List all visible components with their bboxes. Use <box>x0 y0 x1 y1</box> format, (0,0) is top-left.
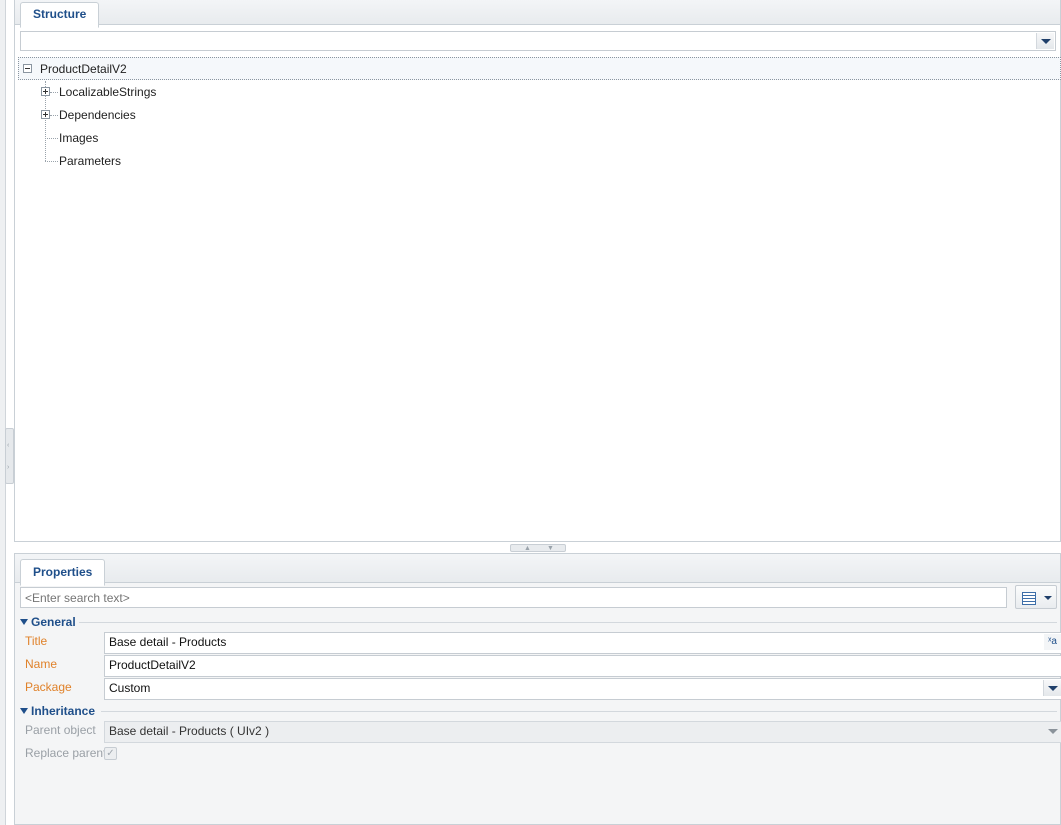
structure-panel: Structure ProductDetailV2 LocalizableStr… <box>14 0 1061 542</box>
tab-structure[interactable]: Structure <box>20 2 100 28</box>
tree-node-parameters[interactable]: Parameters <box>59 151 121 171</box>
tree-node-label: ProductDetailV2 <box>40 62 127 76</box>
group-title: Inheritance <box>31 704 96 718</box>
name-value: ProductDetailV2 <box>109 658 196 672</box>
tree-connector-line <box>50 92 58 93</box>
group-title: General <box>31 615 76 629</box>
minus-box-icon[interactable] <box>23 64 32 73</box>
prop-label-title: Title <box>25 634 48 648</box>
collapse-up-icon: ▲ <box>524 545 531 552</box>
grid-view-icon <box>1022 592 1036 605</box>
name-field[interactable]: ProductDetailV2 <box>104 655 1061 677</box>
tree-node-root[interactable]: ProductDetailV2 <box>18 57 1061 80</box>
collapse-triangle-icon <box>20 619 28 625</box>
tab-properties[interactable]: Properties <box>20 559 106 586</box>
expand-right-icon: › <box>7 464 10 471</box>
structure-filter-combobox[interactable] <box>20 31 1056 51</box>
chevron-down-icon <box>1044 723 1061 739</box>
title-field[interactable]: Base detail - Products ˣa <box>104 632 1061 654</box>
properties-tab-bar: Properties <box>15 554 1060 586</box>
vertical-splitter-handle[interactable]: ‹ › <box>5 428 14 484</box>
tree-connector-line <box>45 161 58 162</box>
horizontal-splitter-handle[interactable]: ▲ ▼ <box>510 544 566 552</box>
group-divider <box>101 711 1057 712</box>
chevron-down-icon[interactable] <box>1036 33 1054 49</box>
properties-panel: Properties General Title Base detail - P… <box>14 553 1061 825</box>
plus-box-icon[interactable] <box>41 87 50 96</box>
chevron-down-icon[interactable] <box>1043 680 1061 696</box>
tree-connector-line <box>45 138 58 139</box>
tree-node-images[interactable]: Images <box>59 128 98 148</box>
structure-tab-bar: Structure <box>15 0 1060 28</box>
replace-parent-checkbox: ✓ <box>104 747 117 760</box>
prop-label-replace-parent: Replace parent <box>25 746 107 760</box>
collapse-left-icon: ‹ <box>7 442 10 449</box>
tree-node-dependencies[interactable]: Dependencies <box>59 105 136 125</box>
title-value: Base detail - Products <box>109 635 227 649</box>
parent-object-value: Base detail - Products ( UIv2 ) <box>109 724 270 738</box>
group-header-general[interactable]: General <box>20 615 76 629</box>
translate-icon[interactable]: ˣa <box>1044 634 1061 650</box>
parent-object-select: Base detail - Products ( UIv2 ) <box>104 721 1061 743</box>
expand-down-icon: ▼ <box>547 545 554 552</box>
prop-label-package: Package <box>25 680 72 694</box>
package-value: Custom <box>109 681 151 695</box>
collapse-triangle-icon <box>20 708 28 714</box>
group-divider <box>79 622 1057 623</box>
group-header-inheritance[interactable]: Inheritance <box>20 704 95 718</box>
plus-box-icon[interactable] <box>41 110 50 119</box>
tree-connector-line <box>50 115 58 116</box>
prop-label-name: Name <box>25 657 58 671</box>
left-edge-strip <box>0 0 6 825</box>
view-mode-button[interactable] <box>1015 585 1057 609</box>
prop-label-parent-object: Parent object <box>25 723 96 737</box>
properties-search-input[interactable] <box>20 587 1007 608</box>
tree-node-localizablestrings[interactable]: LocalizableStrings <box>59 82 156 102</box>
chevron-down-icon <box>1044 596 1052 600</box>
package-select[interactable]: Custom <box>104 678 1061 700</box>
